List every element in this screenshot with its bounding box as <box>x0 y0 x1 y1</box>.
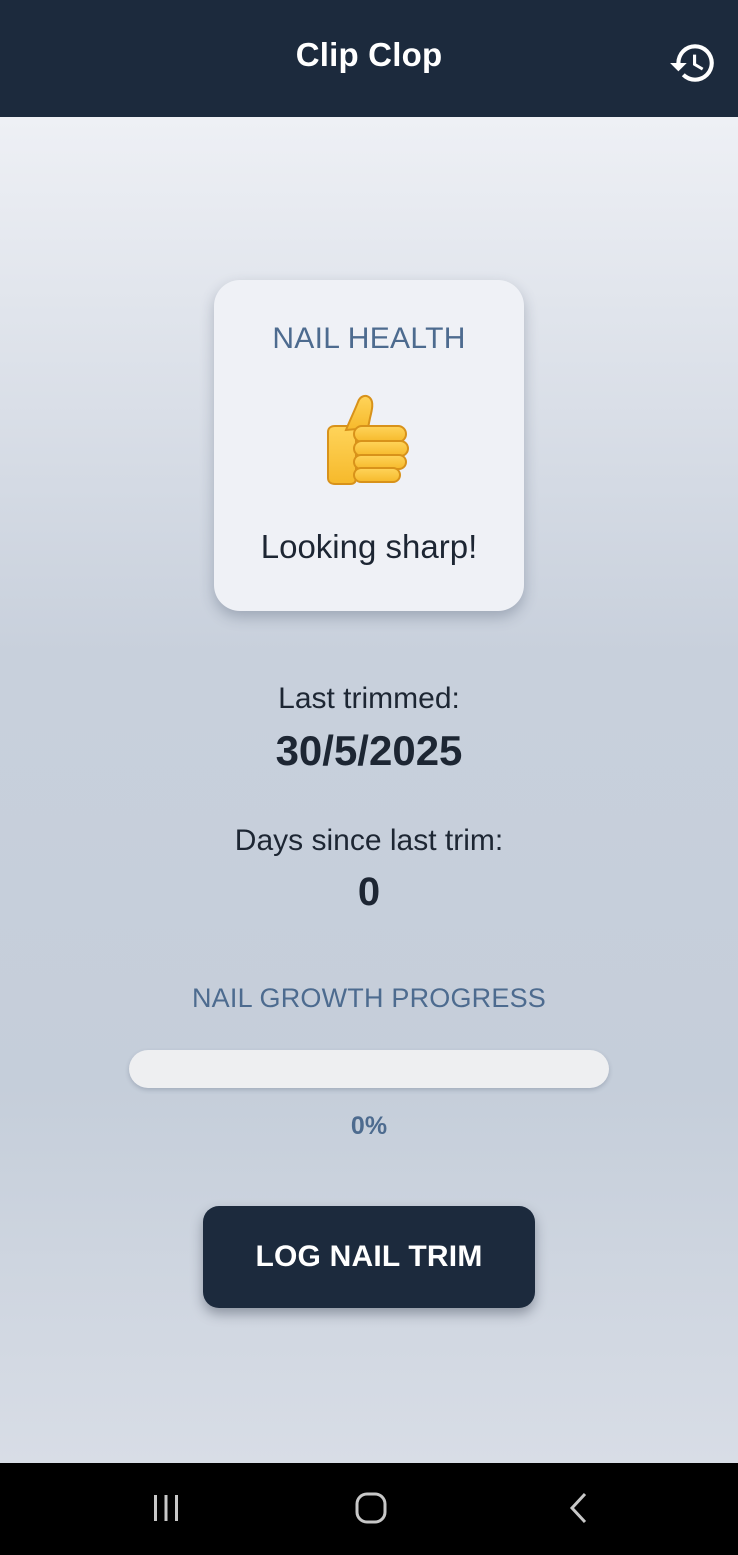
growth-progress-bar <box>129 1050 609 1088</box>
thumbs-up-icon <box>327 394 409 485</box>
nail-health-status: Looking sharp! <box>260 528 478 565</box>
app-title: Clip Clop <box>295 35 443 73</box>
home-button[interactable] <box>341 1483 401 1533</box>
last-trimmed-value: 30/5/2025 <box>275 727 463 774</box>
main-content: NAIL HEALTH Looking sharp! Last trimmed:… <box>0 117 738 1463</box>
recent-apps-button[interactable] <box>136 1483 196 1533</box>
history-button[interactable] <box>666 36 720 90</box>
home-icon <box>355 1492 387 1524</box>
last-trimmed-label: Last trimmed: <box>278 682 460 715</box>
back-icon <box>569 1492 587 1524</box>
nail-health-title: NAIL HEALTH <box>272 322 466 355</box>
app-bar: Clip Clop <box>0 0 738 117</box>
recent-apps-icon <box>154 1495 178 1521</box>
log-nail-trim-button[interactable]: LOG NAIL TRIM <box>203 1206 535 1308</box>
days-since-value: 0 <box>357 870 381 914</box>
nail-health-card: NAIL HEALTH Looking sharp! <box>214 280 524 611</box>
history-icon <box>670 44 714 82</box>
back-button[interactable] <box>548 1483 608 1533</box>
system-nav-bar <box>0 1463 738 1555</box>
growth-progress-percent: 0% <box>350 1112 388 1140</box>
days-since-label: Days since last trim: <box>234 824 504 857</box>
growth-progress-label: NAIL GROWTH PROGRESS <box>191 983 547 1013</box>
